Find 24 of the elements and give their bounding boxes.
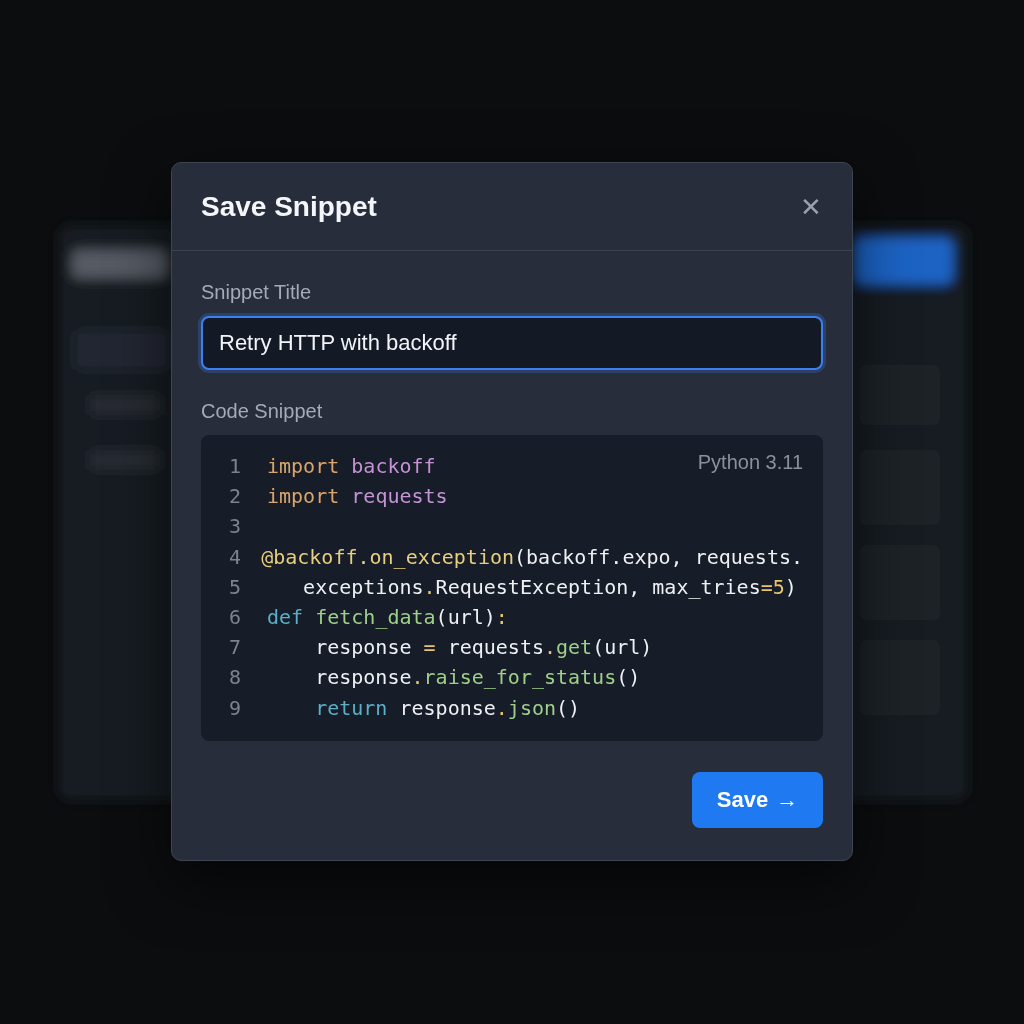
line-number: 3 [229, 514, 243, 539]
dialog-title: Save Snippet [201, 190, 377, 223]
code-line: response = requests.get(url) [314, 635, 653, 660]
line-number: 6 [229, 605, 243, 630]
line-number: 8 [229, 665, 243, 690]
code-line: import requests [267, 484, 448, 509]
title-input[interactable]: Retry HTTP with backoff [201, 316, 823, 370]
close-button[interactable]: ✕ [800, 193, 822, 220]
line-number: 4 [229, 544, 243, 569]
line-number: 7 [229, 635, 243, 660]
code-line: import backoff [267, 454, 436, 479]
code-line: response.raise_for_status() [314, 665, 641, 690]
line-number: 5 [229, 574, 243, 599]
line-number: 1 [229, 454, 243, 479]
language-label: Python 3.11 [697, 451, 803, 474]
field-label: Code Snippet [201, 400, 324, 423]
code-line: @backoff.on_exception(backoff.expo, requests. [261, 544, 803, 569]
code-line: exceptions.RequestException, max_tries=5) [302, 574, 797, 599]
line-number: 2 [229, 484, 243, 509]
line-number: 9 [229, 695, 243, 720]
field-label: Snippet Title [201, 281, 313, 304]
code-line: return response.json() [314, 695, 581, 720]
code-line: def fetch_data(url): [267, 605, 508, 630]
save-button[interactable]: Save → [692, 772, 823, 828]
